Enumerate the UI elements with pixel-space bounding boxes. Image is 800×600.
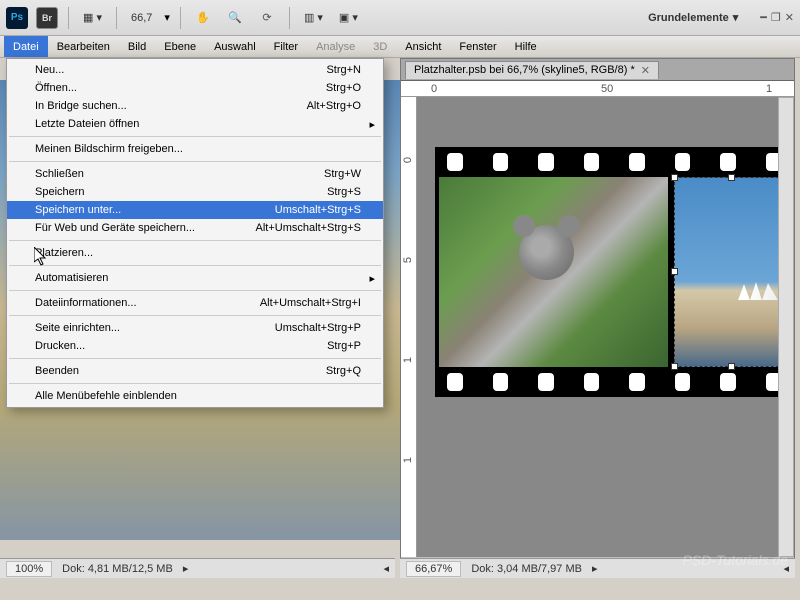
menu-drucken[interactable]: Drucken...Strg+P <box>7 337 383 355</box>
document-tab[interactable]: Platzhalter.psb bei 66,7% (skyline5, RGB… <box>405 61 659 79</box>
chevron-down-icon: ▾ <box>733 11 739 24</box>
horizontal-ruler: 0 50 1 <box>401 81 794 97</box>
document-tab-bar: Platzhalter.psb bei 66,7% (skyline5, RGB… <box>401 59 794 81</box>
menu-platzieren[interactable]: Platzieren... <box>7 244 383 262</box>
menu-neu[interactable]: Neu...Strg+N <box>7 61 383 79</box>
film-strip-graphic <box>435 147 778 397</box>
canvas[interactable] <box>417 97 778 557</box>
separator <box>9 315 381 316</box>
menu-speichern[interactable]: SpeichernStrg+S <box>7 183 383 201</box>
separator <box>9 161 381 162</box>
watermark: PSD-Tutorials.de <box>682 552 788 568</box>
menu-schliessen[interactable]: SchließenStrg+W <box>7 165 383 183</box>
separator <box>9 136 381 137</box>
zoom-field[interactable]: 66,67% <box>406 561 461 577</box>
menu-bild[interactable]: Bild <box>119 36 155 57</box>
photo-sydney-selected[interactable] <box>674 177 778 367</box>
menu-dateiinformationen[interactable]: Dateiinformationen...Alt+Umschalt+Strg+I <box>7 294 383 312</box>
rotate-view-icon[interactable]: ⟳ <box>255 6 279 30</box>
doc-size-readout: Dok: 3,04 MB/7,97 MB <box>471 563 582 575</box>
menu-auswahl[interactable]: Auswahl <box>205 36 265 57</box>
menu-seite-einrichten[interactable]: Seite einrichten...Umschalt+Strg+P <box>7 319 383 337</box>
menu-ansicht[interactable]: Ansicht <box>396 36 450 57</box>
close-tab-icon[interactable]: ✕ <box>641 64 650 77</box>
menu-bildschirm-freigeben[interactable]: Meinen Bildschirm freigeben... <box>7 140 383 158</box>
menu-beenden[interactable]: BeendenStrg+Q <box>7 362 383 380</box>
menu-bar: Datei Bearbeiten Bild Ebene Auswahl Filt… <box>0 36 800 58</box>
separator <box>68 7 69 29</box>
menu-ebene[interactable]: Ebene <box>155 36 205 57</box>
scroll-left-icon[interactable]: ◂ <box>383 562 389 575</box>
zoom-value[interactable]: 66,7 <box>127 12 156 24</box>
menu-oeffnen[interactable]: Öffnen...Strg+O <box>7 79 383 97</box>
photoshop-icon[interactable]: Ps <box>6 7 28 29</box>
bridge-icon[interactable]: Br <box>36 7 58 29</box>
arrange-docs-dropdown[interactable]: ▥ ▾ <box>300 11 327 24</box>
zoom-down-icon[interactable]: ▾ <box>164 11 170 24</box>
zoom-field[interactable]: 100% <box>6 561 52 577</box>
menu-web-speichern[interactable]: Für Web und Geräte speichern...Alt+Umsch… <box>7 219 383 237</box>
separator <box>116 7 117 29</box>
chevron-right-icon[interactable]: ▸ <box>183 562 189 575</box>
menu-3d[interactable]: 3D <box>364 36 396 57</box>
separator <box>289 7 290 29</box>
menu-speichern-unter[interactable]: Speichern unter...Umschalt+Strg+S <box>7 201 383 219</box>
window-layout-dropdown[interactable]: ▦ ▾ <box>79 11 106 24</box>
chevron-right-icon[interactable]: ▸ <box>592 562 598 575</box>
submenu-arrow-icon: ▸ <box>369 272 375 285</box>
minimize-icon[interactable]: ━ <box>760 11 767 24</box>
workspace-selector[interactable]: Grundelemente▾ <box>642 11 744 24</box>
app-toolbar: Ps Br ▦ ▾ 66,7 ▾ ✋ 🔍 ⟳ ▥ ▾ ▣ ▾ Grundelem… <box>0 0 800 36</box>
menu-alle-befehle[interactable]: Alle Menübefehle einblenden <box>7 387 383 405</box>
separator <box>9 290 381 291</box>
menu-fenster[interactable]: Fenster <box>450 36 505 57</box>
document-window-right: Platzhalter.psb bei 66,7% (skyline5, RGB… <box>400 58 795 578</box>
close-icon[interactable]: ✕ <box>785 11 794 24</box>
menu-hilfe[interactable]: Hilfe <box>506 36 546 57</box>
photo-koala <box>439 177 668 367</box>
menu-datei[interactable]: Datei <box>4 36 48 57</box>
menu-letzte-dateien[interactable]: Letzte Dateien öffnen▸ <box>7 115 383 133</box>
menu-automatisieren[interactable]: Automatisieren▸ <box>7 269 383 287</box>
menu-bearbeiten[interactable]: Bearbeiten <box>48 36 119 57</box>
separator <box>180 7 181 29</box>
menu-bridge-suchen[interactable]: In Bridge suchen...Alt+Strg+O <box>7 97 383 115</box>
submenu-arrow-icon: ▸ <box>369 118 375 131</box>
zoom-tool-icon[interactable]: 🔍 <box>223 6 247 30</box>
hand-tool-icon[interactable]: ✋ <box>191 6 215 30</box>
vertical-scrollbar[interactable] <box>778 97 794 557</box>
status-bar-left: 100% Dok: 4,81 MB/12,5 MB ▸ ◂ <box>0 558 395 578</box>
separator <box>9 240 381 241</box>
separator <box>9 358 381 359</box>
tab-title: Platzhalter.psb bei 66,7% (skyline5, RGB… <box>414 64 635 76</box>
screen-mode-dropdown[interactable]: ▣ ▾ <box>335 11 362 24</box>
restore-icon[interactable]: ❐ <box>771 11 781 24</box>
menu-filter[interactable]: Filter <box>265 36 307 57</box>
separator <box>9 383 381 384</box>
separator <box>9 265 381 266</box>
vertical-ruler: 0 5 1 1 <box>401 97 417 557</box>
doc-size-readout: Dok: 4,81 MB/12,5 MB <box>62 563 173 575</box>
datei-dropdown-menu: Neu...Strg+N Öffnen...Strg+O In Bridge s… <box>6 58 384 408</box>
menu-analyse[interactable]: Analyse <box>307 36 364 57</box>
